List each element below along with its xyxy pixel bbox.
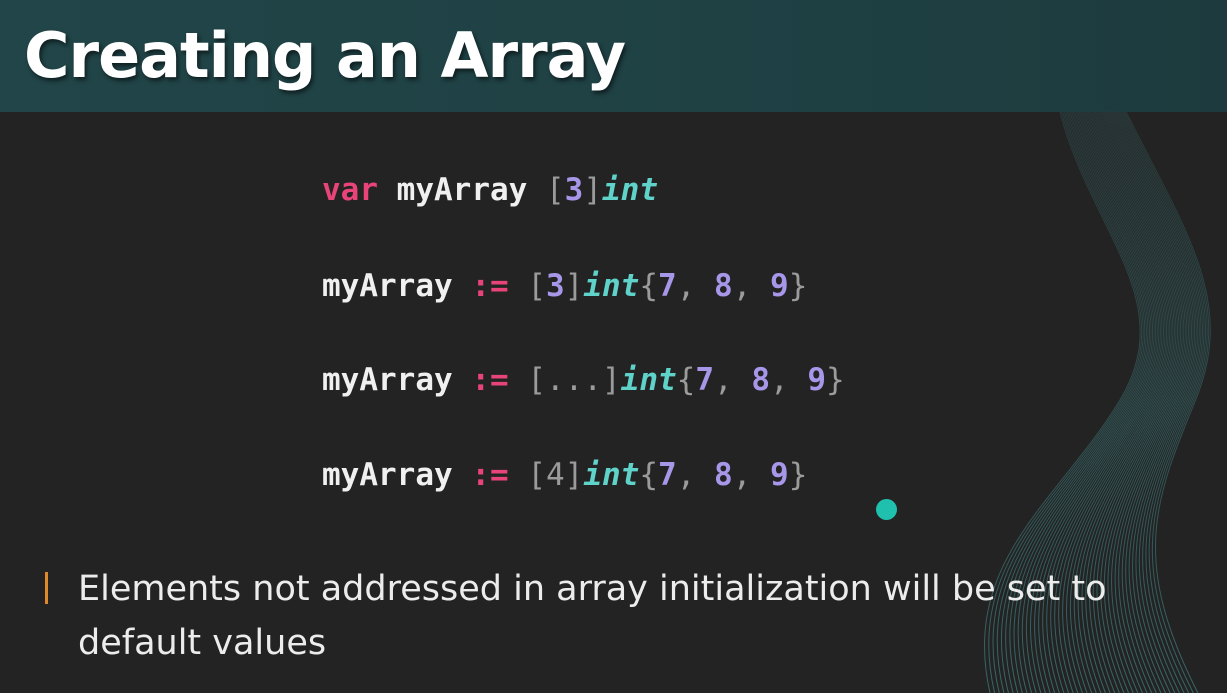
keyword-var: var [322,172,378,208]
type-name: int [602,172,659,208]
identifier: myArray [322,268,453,304]
value-3: 9 [807,362,827,398]
array-size: 3 [564,172,584,208]
comma: , [770,362,789,398]
bracket-close: ] [602,362,621,398]
value-2: 8 [714,268,733,304]
value-3: 9 [770,268,789,304]
code-line-1: var myArray [3]int [322,168,658,212]
bullet-marker [45,572,48,604]
assign-operator: := [471,268,509,304]
value-1: 7 [695,362,715,398]
comma: , [732,268,752,304]
bracket-close: ] [564,457,584,493]
brace-close: } [788,268,808,304]
identifier: myArray [322,362,453,398]
type-name: int [583,457,640,493]
bracket-open: [ [527,362,546,398]
value-3: 9 [770,457,789,493]
array-size: 3 [546,268,565,304]
comma: , [676,268,696,304]
array-size: 4 [546,457,565,493]
bracket-close: ] [583,172,603,208]
brace-open: { [639,268,659,304]
code-line-3: myArray := [...]int{7, 8, 9} [322,358,845,402]
comma: , [714,362,733,398]
type-name: int [583,268,640,304]
bracket-open: [ [546,172,565,208]
brace-open: { [676,362,696,398]
pointer-highlight-dot [876,499,897,520]
identifier: myArray [396,172,528,208]
identifier: myArray [322,457,453,493]
brace-open: { [639,457,659,493]
bracket-open: [ [527,457,546,493]
page-title: Creating an Array [24,19,626,92]
value-1: 7 [658,457,677,493]
assign-operator: := [471,457,509,493]
code-line-2: myArray := [3]int{7, 8, 9} [322,264,807,308]
code-line-4: myArray := [4]int{7, 8, 9} [322,453,807,497]
comma: , [732,457,752,493]
brace-close: } [788,457,808,493]
bracket-close: ] [564,268,584,304]
type-name: int [620,362,677,398]
value-1: 7 [658,268,677,304]
presentation-slide: Creating an Array var myArray [3]int myA… [0,0,1227,693]
comma: , [676,457,696,493]
value-2: 8 [751,362,771,398]
bullet-text: Elements not addressed in array initiali… [78,569,1107,663]
brace-close: } [826,362,845,398]
bracket-open: [ [527,268,546,304]
array-size-ellipsis: ... [546,362,602,398]
assign-operator: := [471,362,509,398]
value-2: 8 [714,457,733,493]
